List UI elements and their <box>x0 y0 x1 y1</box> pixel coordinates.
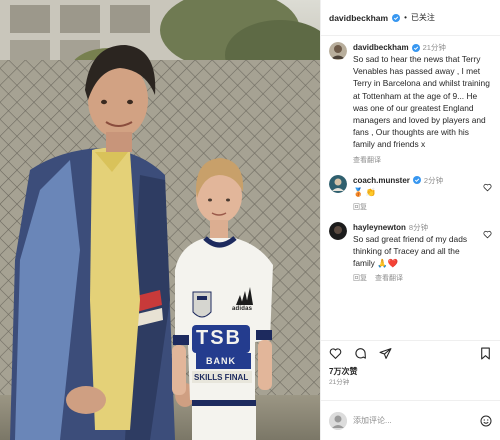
heart-icon[interactable] <box>329 347 342 360</box>
shirt-badge-text: adidas <box>232 306 253 312</box>
add-comment-bar <box>321 400 500 440</box>
likes-count[interactable]: 7万次赞 <box>321 366 500 377</box>
post-timestamp: 21分钟 <box>329 379 350 386</box>
header-separator: • <box>404 13 407 22</box>
comment-username[interactable]: davidbeckham <box>353 42 409 53</box>
comment-header: davidbeckham 21分钟 <box>353 42 492 53</box>
follow-status-button[interactable]: 已关注 <box>411 12 435 23</box>
post-header: davidbeckham • 已关注 <box>321 0 500 36</box>
comment-text: So sad great friend of my dads thinking … <box>353 233 468 269</box>
comment-icon[interactable] <box>354 347 367 360</box>
comment-actions: 回复 查看翻译 <box>353 273 477 283</box>
verified-badge-icon <box>392 13 401 22</box>
author-username[interactable]: davidbeckham <box>329 13 388 23</box>
heart-icon[interactable] <box>483 230 492 239</box>
verified-badge-icon <box>412 176 421 185</box>
caption-comment: davidbeckham 21分钟 So sad to hear the new… <box>329 42 492 165</box>
heart-icon[interactable] <box>483 183 492 192</box>
shirt-caption: SKILLS FINAL <box>194 373 249 382</box>
avatar[interactable] <box>329 221 347 240</box>
comment-username[interactable]: hayleynewton <box>353 222 406 233</box>
photo-illustration <box>0 0 320 440</box>
avatar[interactable] <box>329 42 347 60</box>
comment-input[interactable] <box>353 416 474 425</box>
post-side-panel: davidbeckham • 已关注 davidbeckham 21分钟 So … <box>320 0 500 440</box>
comment-actions: 回复 <box>353 202 477 212</box>
comments-list: davidbeckham 21分钟 So sad to hear the new… <box>321 36 500 340</box>
post-action-bar <box>321 340 500 366</box>
instagram-post: adidas TSB BANK SKILLS FINAL davidbeckha… <box>0 0 500 440</box>
comment-text: So sad to hear the news that Terry Venab… <box>353 54 490 150</box>
comment-header: coach.munster 2分钟 <box>353 175 477 186</box>
shirt-sponsor-main: TSB <box>196 327 242 349</box>
comment-time: 2分钟 <box>423 175 444 185</box>
reply-link[interactable]: 回复 <box>353 202 367 212</box>
list-item: hayleynewton 8分钟 So sad great friend of … <box>329 221 492 284</box>
comment-body: davidbeckham 21分钟 So sad to hear the new… <box>353 42 492 165</box>
verified-badge-icon <box>411 43 420 52</box>
comment-username[interactable]: coach.munster <box>353 175 410 186</box>
see-translation-link[interactable]: 查看翻译 <box>353 155 381 165</box>
avatar[interactable] <box>329 174 347 193</box>
list-item: coach.munster 2分钟 🥉 👏 回复 <box>329 174 492 212</box>
comment-actions: 查看翻译 <box>353 155 492 165</box>
reply-link[interactable]: 回复 <box>353 273 367 283</box>
comment-header: hayleynewton 8分钟 <box>353 222 477 233</box>
see-translation-link[interactable]: 查看翻译 <box>375 273 403 283</box>
send-icon[interactable] <box>379 347 392 360</box>
avatar <box>329 411 347 430</box>
comment-body: coach.munster 2分钟 🥉 👏 回复 <box>353 175 477 212</box>
comment-text: 🥉 👏 <box>353 186 377 197</box>
post-photo[interactable]: adidas TSB BANK SKILLS FINAL <box>0 0 320 440</box>
emoji-icon[interactable] <box>480 415 492 427</box>
comment-time: 21分钟 <box>422 43 446 52</box>
shirt-sponsor-sub: BANK <box>206 356 236 366</box>
comment-time: 8分钟 <box>408 222 429 232</box>
bookmark-icon[interactable] <box>479 347 492 360</box>
comment-body: hayleynewton 8分钟 So sad great friend of … <box>353 222 477 284</box>
